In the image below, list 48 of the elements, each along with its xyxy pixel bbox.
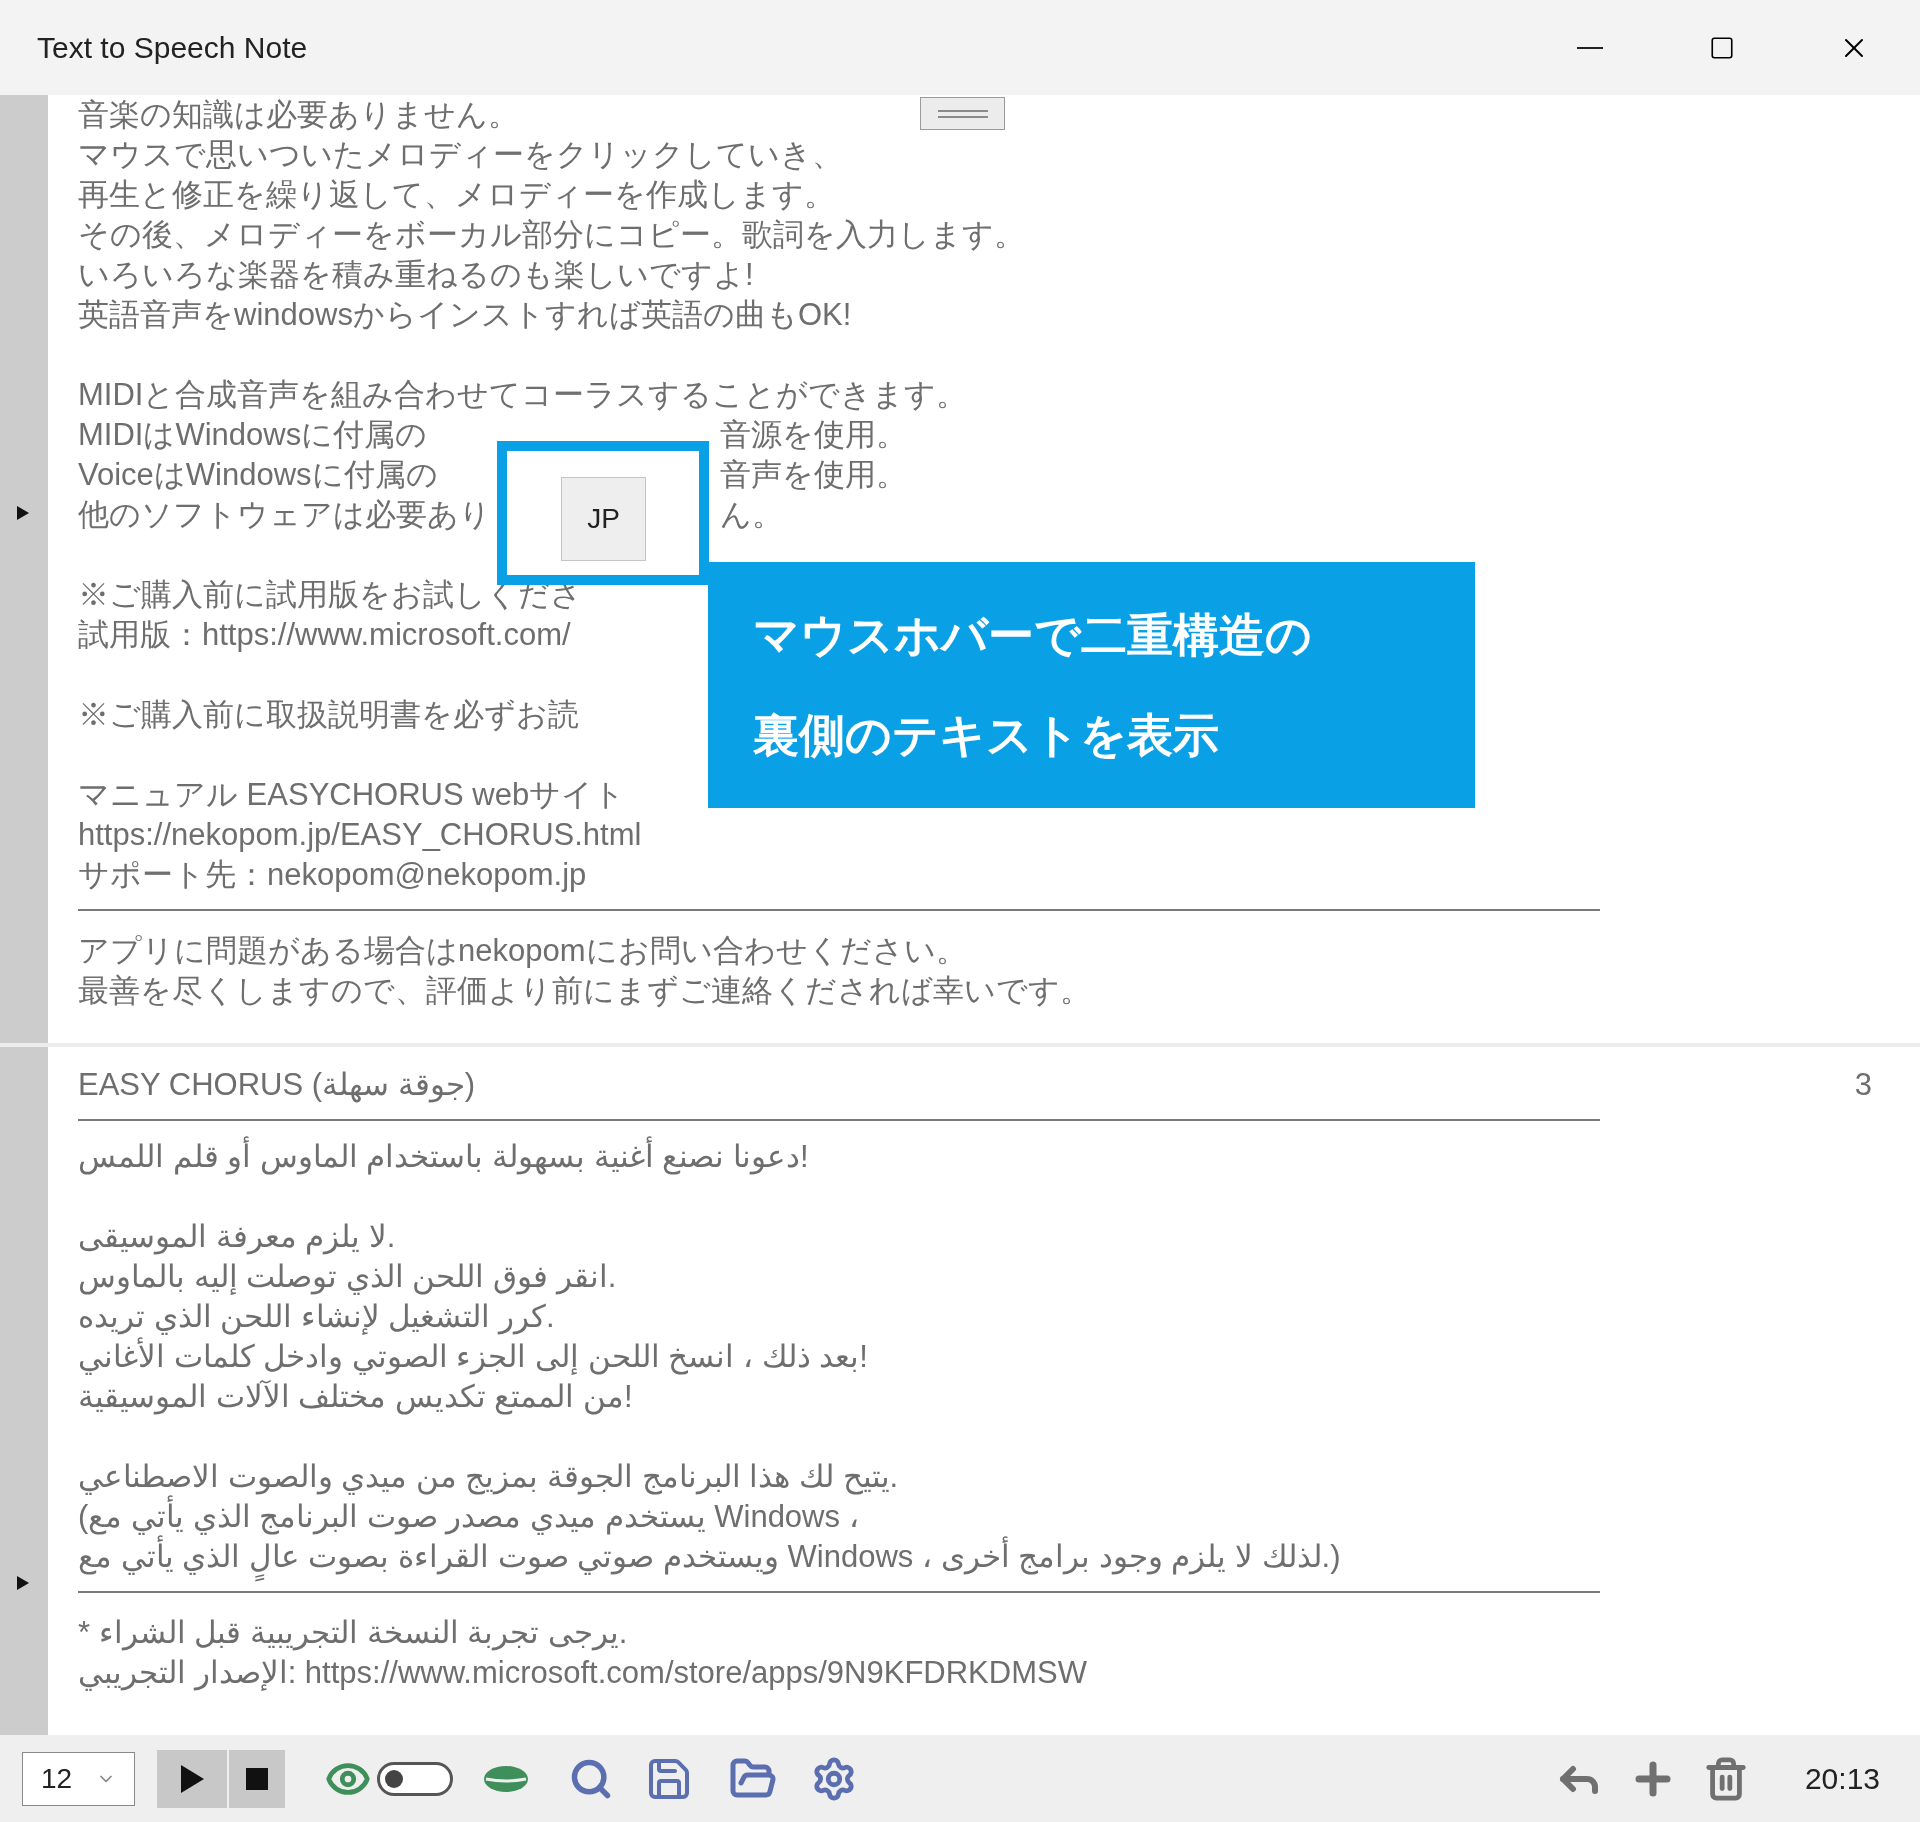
note-text-fragment: 他のソフトウェアは必要あり — [78, 496, 491, 534]
note-text-line: بعد ذلك ، انسخ اللحن إلى الجزء الصوتي وادخل كلمات الأغاني! — [78, 1336, 868, 1377]
note-text-line: 最善を尽くしますので、評価より前にまずご連絡くだされば幸いです。 — [78, 972, 1091, 1010]
callout-text: マウスホバーで二重構造の — [753, 608, 1312, 663]
lips-icon[interactable] — [483, 1764, 529, 1793]
play-icon — [179, 1763, 205, 1794]
note-text-line: * يرجى تجربة النسخة التجريبية قبل الشراء. — [78, 1614, 628, 1653]
note-text-line: ※ご購入前に取扱説明書を必ずお読 — [78, 696, 579, 734]
note-text-line: كرر التشغيل لإنشاء اللحن الذي تريده. — [78, 1298, 555, 1337]
note-text-line: アプリに問題がある場合はnekopomにお問い合わせください。 — [78, 932, 967, 970]
window-title: Text to Speech Note — [37, 30, 308, 66]
settings-icon[interactable] — [811, 1755, 857, 1802]
note-text-line: マニュアル EASYCHORUS webサイト — [78, 776, 626, 814]
note-text-fragment: ん。 — [720, 496, 783, 534]
note-text-line: MIDIと合成音声を組み合わせてコーラスすることができます。 — [78, 376, 968, 414]
note-text-line: 試用版：https://www.microsoft.com/ — [78, 616, 571, 654]
stop-icon — [246, 1767, 268, 1790]
note-text-line: https://nekopom.jp/EASY_CHORUS.html — [78, 816, 642, 854]
voice-toggle[interactable] — [377, 1761, 453, 1796]
note-text-line: いろいろな楽器を積み重ねるのも楽しいですよ! — [78, 256, 754, 294]
note-text-fragment: VoiceはWindowsに付属の — [78, 456, 438, 494]
callout-text: 裏側のテキストを表示 — [753, 708, 1219, 763]
note-text-line: サポート先：nekopom@nekopom.jp — [78, 856, 587, 894]
note-text-fragment: 音源を使用。 — [720, 416, 907, 454]
note-text-fragment: 音声を使用。 — [720, 456, 907, 494]
font-size-dropdown[interactable]: 12 — [22, 1751, 135, 1806]
note-title: EASY CHORUS (جوقة سهلة) — [78, 1066, 475, 1105]
language-button[interactable]: JP — [561, 477, 646, 561]
note-text-line: 英語音声をwindowsからインストすれば英語の曲もOK! — [78, 296, 852, 334]
note-text-line: الإصدار التجريبي: https://www.microsoft.com/store/apps/9N9KFDRKDMSW — [78, 1654, 1087, 1693]
note-text-line: دعونا نصنع أغنية بسهولة باستخدام الماوس أو قلم اللمس! — [78, 1132, 809, 1182]
stop-button[interactable] — [229, 1749, 285, 1808]
note-text-line: انقر فوق اللحن الذي توصلت إليه بالماوس. — [78, 1258, 617, 1297]
minimize-icon — [1577, 46, 1603, 49]
note-text-line: من الممتع تكديس مختلف الآلات الموسيقية! — [78, 1378, 633, 1417]
note-number: 3 — [1854, 1066, 1872, 1104]
note-text-line: 再生と修正を繰り返して、メロディーを作成します。 — [78, 176, 835, 214]
play-button[interactable] — [157, 1749, 227, 1808]
note-text-line: マウスで思いついたメロディーをクリックしていき、 — [78, 136, 843, 174]
expand-arrow-icon[interactable] — [16, 505, 30, 521]
clock-time: 20:13 — [1804, 1761, 1880, 1797]
note-text-fragment: MIDIはWindowsに付属の — [78, 416, 428, 454]
drag-handle[interactable] — [920, 97, 1005, 130]
maximize-icon — [1709, 34, 1735, 61]
note-text-line: 音楽の知識は必要ありません。 — [78, 96, 519, 134]
expand-arrow-icon[interactable] — [16, 1575, 30, 1591]
note-text-line: لا يلزم معرفة الموسيقى. — [78, 1218, 396, 1257]
note-text-line: その後、メロディーをボーカル部分にコピー。歌詞を入力します。 — [78, 216, 1025, 254]
